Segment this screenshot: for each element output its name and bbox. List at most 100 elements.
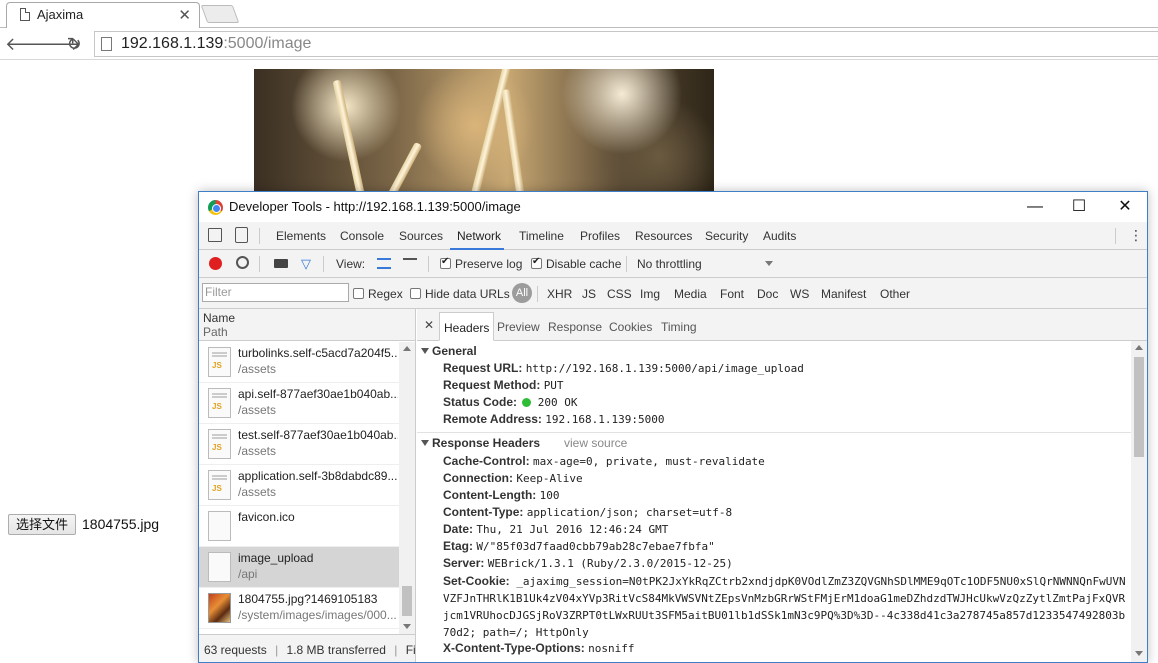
back-arrow-icon[interactable]: 🡐: [5, 32, 53, 56]
tab-network[interactable]: Network: [457, 229, 501, 243]
filter-css[interactable]: CSS: [607, 287, 632, 301]
request-row[interactable]: application.self-3b8dabdc89... /assets: [199, 465, 399, 506]
request-list-scrollbar[interactable]: [399, 342, 415, 634]
request-row[interactable]: api.self-877aef30ae1b040ab... /assets: [199, 383, 399, 424]
browser-toolbar: 🡐 🡒 ↻ 192.168.1.139:5000/image: [0, 28, 1158, 60]
more-menu-icon[interactable]: ⋮: [1129, 228, 1143, 242]
detail-scrollbar[interactable]: [1131, 341, 1147, 662]
filter-xhr[interactable]: XHR: [547, 287, 572, 301]
filter-doc[interactable]: Doc: [757, 287, 778, 301]
filter-ws[interactable]: WS: [790, 287, 809, 301]
disable-cache-checkbox[interactable]: [531, 256, 542, 269]
clear-icon[interactable]: [236, 256, 249, 269]
filter-js[interactable]: JS: [582, 287, 596, 301]
filter-input[interactable]: Filter: [202, 283, 349, 302]
hide-data-urls-checkbox[interactable]: [410, 288, 421, 299]
tab-profiles[interactable]: Profiles: [580, 229, 620, 243]
scroll-up-icon[interactable]: [1135, 345, 1143, 350]
record-icon[interactable]: [209, 257, 222, 270]
header-key: Content-Type:: [443, 505, 524, 519]
tab-timeline[interactable]: Timeline: [519, 229, 564, 243]
tab-timing[interactable]: Timing: [661, 320, 697, 334]
request-row[interactable]: favicon.ico: [199, 506, 399, 547]
column-path: Path: [203, 325, 228, 339]
tab-cookies[interactable]: Cookies: [609, 320, 652, 334]
new-tab-button[interactable]: [200, 5, 240, 23]
throttling-select[interactable]: No throttling: [637, 257, 702, 271]
device-mode-icon[interactable]: [235, 227, 248, 243]
scroll-up-icon[interactable]: [403, 346, 411, 351]
scrollbar-thumb[interactable]: [1134, 357, 1144, 457]
header-key: Cache-Control:: [443, 454, 530, 468]
divider: [537, 286, 538, 302]
forward-arrow-icon[interactable]: 🡒: [33, 32, 81, 56]
close-tab-icon[interactable]: ✕: [178, 6, 191, 24]
header-value: 100: [539, 489, 560, 502]
close-detail-icon[interactable]: ✕: [424, 318, 434, 332]
minimize-icon[interactable]: —: [1025, 197, 1045, 217]
header-value: http://192.168.1.139:5000/api/image_uplo…: [525, 362, 804, 375]
expand-triangle-icon[interactable]: [421, 348, 429, 354]
header-key: Status Code:: [443, 395, 518, 409]
image-detail: [377, 141, 423, 194]
request-name: turbolinks.self-c5acd7a204f5...: [238, 346, 398, 360]
scroll-down-icon[interactable]: [403, 624, 411, 629]
address-bar[interactable]: 192.168.1.139:5000/image: [94, 31, 1158, 57]
filter-all-button[interactable]: All: [512, 283, 532, 303]
scrollbar-thumb[interactable]: [402, 586, 412, 616]
filter-media[interactable]: Media: [674, 287, 707, 301]
maximize-icon[interactable]: ☐: [1069, 197, 1089, 217]
tab-preview[interactable]: Preview: [497, 320, 540, 334]
tab-response[interactable]: Response: [548, 320, 602, 334]
close-window-icon[interactable]: ✕: [1115, 197, 1135, 217]
filter-manifest[interactable]: Manifest: [821, 287, 866, 301]
header-key: Request URL:: [443, 361, 523, 375]
request-name: 1804755.jpg?1469105183: [238, 592, 378, 606]
general-section-title[interactable]: General: [432, 344, 477, 358]
filter-funnel-icon[interactable]: ▽: [301, 257, 311, 270]
expand-triangle-icon[interactable]: [421, 440, 429, 446]
tab-security[interactable]: Security: [705, 229, 748, 243]
tab-sources[interactable]: Sources: [399, 229, 443, 243]
filter-font[interactable]: Font: [720, 287, 744, 301]
devtools-panel-tabs: Elements Console Sources Network Timelin…: [199, 222, 1147, 250]
screenshot-capture-icon[interactable]: [274, 259, 288, 268]
regex-checkbox[interactable]: [353, 288, 364, 299]
large-rows-icon[interactable]: [377, 258, 391, 269]
request-list-header[interactable]: Name Path: [199, 309, 415, 341]
waterfall-icon[interactable]: [403, 258, 417, 269]
request-name: favicon.ico: [238, 510, 295, 524]
inspect-element-icon[interactable]: [208, 228, 222, 242]
image-detail: [467, 69, 513, 194]
request-row-selected[interactable]: image_upload /api: [199, 547, 399, 588]
request-row[interactable]: 1804755.jpg?1469105183 /system/images/im…: [199, 588, 399, 629]
browser-tab[interactable]: Ajaxima ✕: [6, 2, 200, 29]
separator: |: [394, 643, 398, 657]
tab-audits[interactable]: Audits: [763, 229, 796, 243]
page-info-icon[interactable]: [101, 37, 112, 51]
choose-file-button[interactable]: 选择文件: [8, 514, 77, 535]
preserve-log-checkbox[interactable]: [440, 256, 451, 269]
tab-console[interactable]: Console: [340, 229, 384, 243]
response-headers-title[interactable]: Response Headers: [432, 436, 540, 450]
header-value: W/"85f03d7faad0cbb79ab28c7ebae7fbfa": [476, 540, 715, 553]
filter-other[interactable]: Other: [880, 287, 910, 301]
request-path: /assets: [238, 403, 277, 417]
view-source-link[interactable]: view source: [564, 436, 627, 450]
scroll-down-icon[interactable]: [1135, 651, 1143, 656]
request-row[interactable]: test.self-877aef30ae1b040ab... /assets: [199, 424, 399, 465]
throttling-dropdown-icon[interactable]: [765, 261, 773, 266]
tab-headers[interactable]: Headers: [439, 312, 495, 341]
tab-resources[interactable]: Resources: [635, 229, 692, 243]
transferred-size: 1.8 MB transferred: [286, 643, 386, 657]
finish-time: Fin...: [405, 643, 415, 657]
reload-icon[interactable]: ↻: [62, 32, 86, 56]
tab-elements[interactable]: Elements: [276, 229, 326, 243]
request-row[interactable]: turbolinks.self-c5acd7a204f5... /assets: [199, 342, 399, 383]
filter-img[interactable]: Img: [640, 287, 660, 301]
request-name: application.self-3b8dabdc89...: [238, 469, 398, 483]
divider: [626, 256, 627, 272]
regex-label: Regex: [368, 287, 403, 301]
request-count: 63 requests: [204, 643, 267, 657]
cache-control-row: Cache-Control: max-age=0, private, must-…: [443, 454, 765, 468]
